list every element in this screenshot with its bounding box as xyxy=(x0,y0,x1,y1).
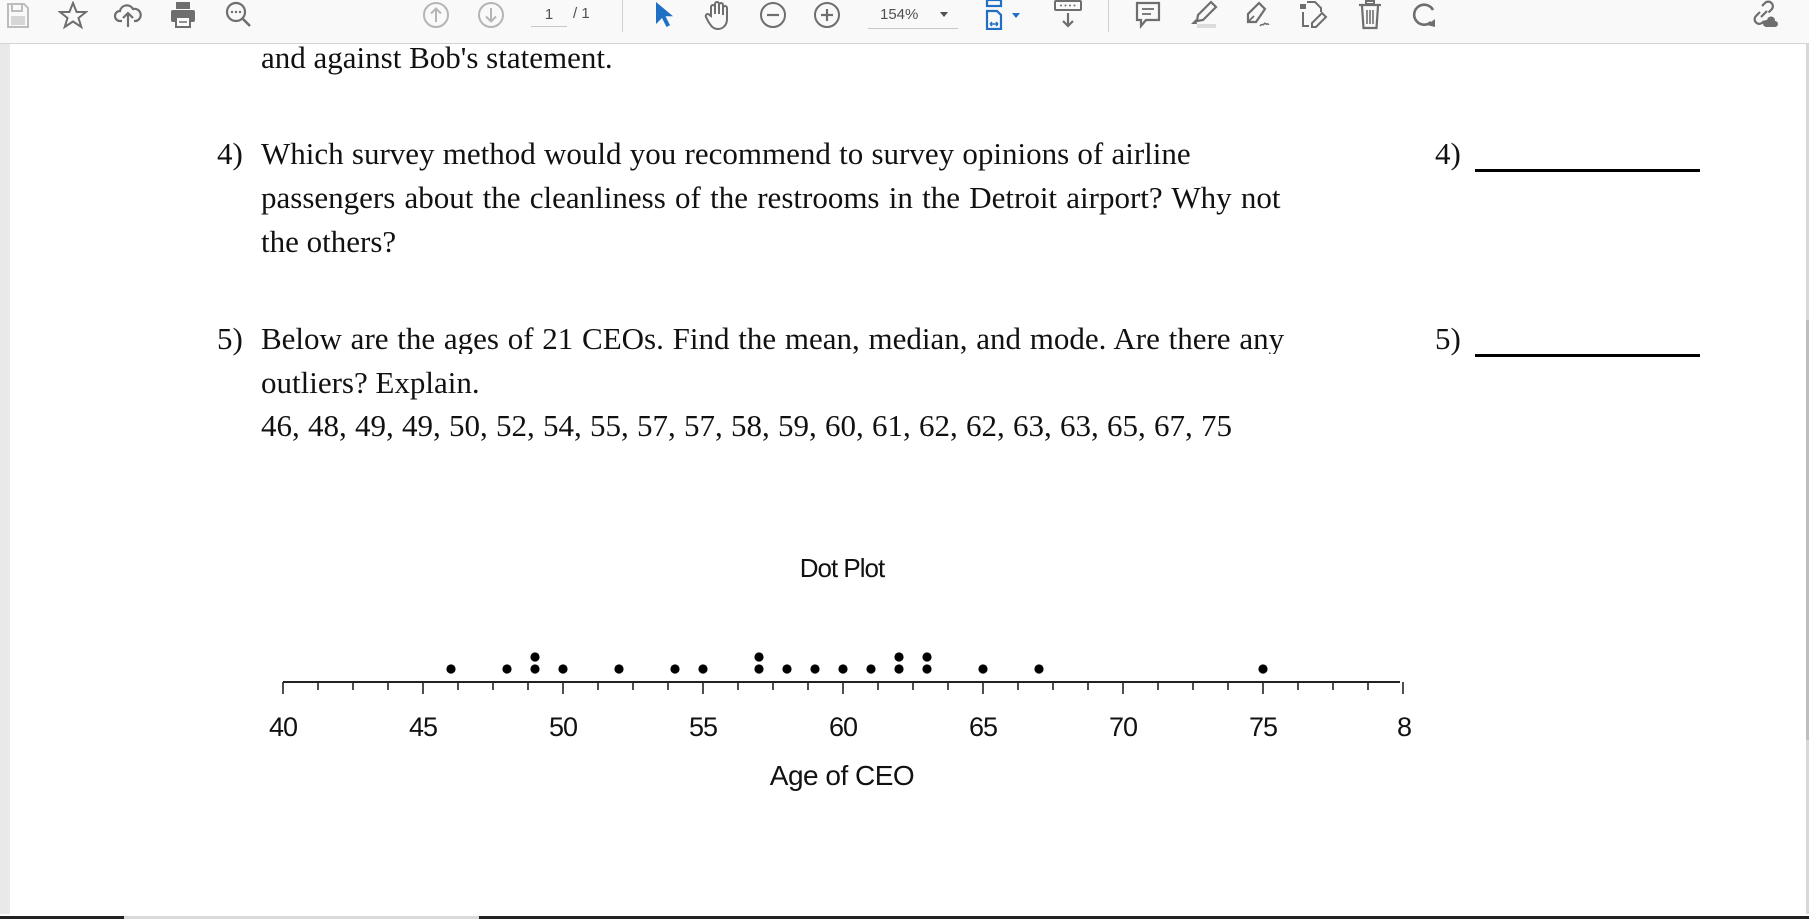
toolbar-divider xyxy=(1108,0,1109,32)
answer-5-blank[interactable] xyxy=(1475,354,1700,357)
find-button[interactable] xyxy=(222,0,256,30)
comment-button[interactable] xyxy=(1131,0,1165,30)
upload-button[interactable] xyxy=(111,0,145,30)
fit-page-icon xyxy=(985,0,1003,30)
question-4-text-line-3: the others? xyxy=(261,224,397,259)
hand-tool-button[interactable] xyxy=(701,0,735,30)
page-number-input[interactable] xyxy=(531,2,567,27)
next-page-button[interactable] xyxy=(474,0,508,30)
previous-page-button[interactable] xyxy=(419,0,453,30)
arrow-up-circle-icon xyxy=(423,2,449,28)
bookmark-button[interactable] xyxy=(56,0,90,30)
answer-4-blank[interactable] xyxy=(1475,169,1700,172)
print-icon xyxy=(171,2,195,28)
previous-question-continuation: and against Bob's statement. xyxy=(261,40,613,75)
share-link-button[interactable] xyxy=(1748,0,1782,30)
highlight-button[interactable] xyxy=(1186,0,1220,30)
hand-icon xyxy=(704,1,728,30)
arrow-down-circle-icon xyxy=(478,2,504,28)
print-button[interactable] xyxy=(166,0,200,30)
zoom-out-button[interactable] xyxy=(756,0,790,30)
sign-button[interactable] xyxy=(1241,0,1275,30)
rotate-button[interactable] xyxy=(1407,0,1441,30)
select-tool-button[interactable] xyxy=(646,0,680,30)
scroll-mode-button[interactable] xyxy=(1051,0,1085,30)
document-page: and against Bob's statement. 4) Which su… xyxy=(10,40,1806,916)
question-5-data-values: 46, 48, 49, 49, 50, 52, 54, 55, 57, 57, … xyxy=(261,408,1232,443)
pen-sign-icon xyxy=(1246,1,1270,27)
page-total: / 1 xyxy=(573,5,590,22)
delete-button[interactable] xyxy=(1353,0,1387,30)
question-4-text-line-2: passengers about the cleanliness of the … xyxy=(261,180,1281,215)
edit-pdf-button[interactable] xyxy=(1296,0,1330,30)
cloud-link-icon xyxy=(1753,0,1778,27)
answer-4-label: 4) xyxy=(1435,136,1461,171)
zoom-level-value: 154% xyxy=(880,6,919,23)
toolbar-divider xyxy=(622,0,623,32)
rotate-clockwise-icon xyxy=(1412,3,1435,27)
zoom-level-dropdown[interactable]: 154% xyxy=(868,2,958,29)
upload-cloud-icon xyxy=(113,4,142,27)
question-5-number: 5) xyxy=(217,321,243,356)
fit-page-dropdown[interactable] xyxy=(1008,0,1024,30)
plus-circle-icon xyxy=(814,2,840,28)
pointer-arrow-icon xyxy=(656,2,673,27)
search-icon xyxy=(225,1,251,27)
toolbar: / 1 154% xyxy=(0,0,1809,44)
scroll-mode-icon xyxy=(1054,0,1082,28)
save-icon xyxy=(7,3,29,28)
edit-document-icon xyxy=(1300,1,1328,28)
comment-icon xyxy=(1135,1,1161,30)
chevron-down-icon xyxy=(940,12,948,17)
minus-circle-icon xyxy=(760,2,786,28)
trash-icon xyxy=(1359,0,1381,30)
highlighter-icon xyxy=(1191,0,1218,28)
question-5-text-line-1: Below are the ages of 21 CEOs. Find the … xyxy=(261,323,1285,354)
save-button[interactable] xyxy=(1,0,35,30)
answer-5-label: 5) xyxy=(1435,321,1461,356)
question-4-text-line-1: Which survey method would you recommend … xyxy=(261,136,1191,171)
question-4-number: 4) xyxy=(217,136,243,171)
star-icon xyxy=(58,1,88,29)
caret-down-icon xyxy=(1012,12,1020,18)
left-panel-edge xyxy=(0,44,10,914)
zoom-in-button[interactable] xyxy=(810,0,844,30)
question-5-text-line-2: outliers? Explain. xyxy=(261,365,480,400)
